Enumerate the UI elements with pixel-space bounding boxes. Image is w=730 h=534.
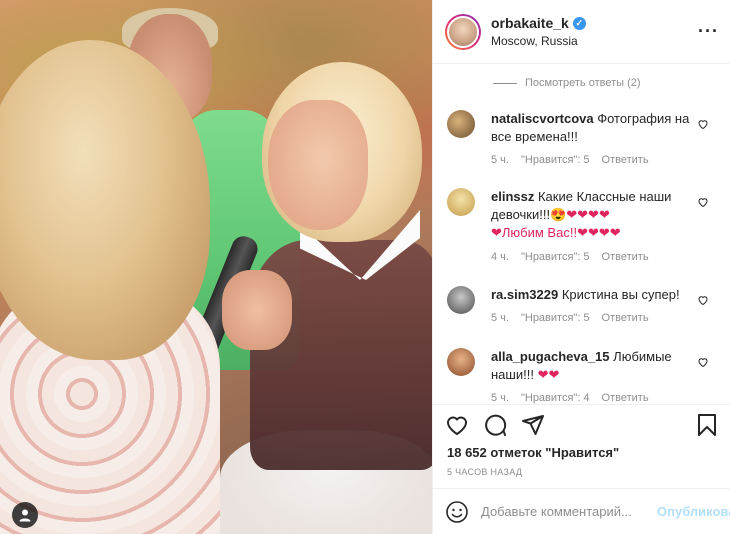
post-photo[interactable] — [0, 0, 432, 534]
comment-text-2: ❤Любим Вас!! — [491, 225, 578, 240]
comment-avatar[interactable] — [447, 110, 475, 138]
likes-count[interactable]: 18 652 отметок "Нравится" — [447, 445, 619, 460]
comment-likes[interactable]: "Нравится": 5 — [521, 154, 590, 166]
user-icon — [19, 509, 31, 522]
post-sidebar: orbakaite_k ✓ Moscow, Russia ··· Посмотр… — [432, 0, 730, 534]
comment-time[interactable]: 5 ч. — [491, 154, 509, 166]
heart-icon[interactable] — [697, 118, 709, 130]
comment-item: nataliscvortcova Фотография на все време… — [433, 110, 730, 172]
tagged-users-button[interactable] — [12, 502, 38, 528]
post-location[interactable]: Moscow, Russia — [491, 34, 698, 48]
comment-meta: 5 ч. "Нравится": 5 Ответить — [491, 312, 649, 324]
comment-time[interactable]: 4 ч. — [491, 251, 509, 263]
verified-badge-icon: ✓ — [572, 16, 586, 30]
reply-button[interactable]: Ответить — [602, 392, 649, 404]
like-button[interactable] — [445, 413, 469, 437]
comment-text-block: ra.sim3229 Кристина вы супер! — [491, 286, 691, 304]
comment-meta: 5 ч. "Нравится": 5 Ответить — [491, 154, 649, 166]
comment-meta: 4 ч. "Нравится": 5 Ответить — [491, 251, 649, 263]
comment-time[interactable]: 5 ч. — [491, 312, 509, 324]
comment-text-block: alla_pugacheva_15 Любимые наши!!! ❤❤ — [491, 348, 691, 384]
comment-button[interactable] — [483, 413, 507, 437]
add-comment-bar: Опубликовать — [433, 488, 730, 534]
comment-meta: 5 ч. "Нравится": 4 Ответить — [491, 392, 649, 404]
bookmark-icon — [698, 414, 716, 436]
author-avatar[interactable] — [445, 13, 481, 50]
reply-button[interactable]: Ответить — [602, 154, 649, 166]
comment-time[interactable]: 5 ч. — [491, 392, 509, 404]
comment-item: ra.sim3229 Кристина вы супер! 5 ч. "Нрав… — [433, 286, 730, 328]
comment-avatar[interactable] — [447, 286, 475, 314]
replies-divider — [493, 82, 517, 84]
post-comment-button[interactable]: Опубликовать — [657, 504, 730, 519]
smiley-icon — [446, 500, 468, 523]
instagram-post: orbakaite_k ✓ Moscow, Russia ··· Посмотр… — [0, 0, 730, 534]
comment-emoji: 😍❤❤❤❤ — [550, 207, 610, 222]
comment-username[interactable]: elinssz — [491, 189, 534, 204]
comment-emoji-2: ❤❤❤❤ — [577, 225, 621, 240]
ellipsis-icon[interactable]: ··· — [698, 21, 719, 42]
emoji-button[interactable] — [445, 500, 469, 524]
author-info: orbakaite_k ✓ Moscow, Russia — [491, 15, 698, 48]
comment-item: elinssz Какие Классные наши девочки!!!😍❤… — [433, 188, 730, 268]
heart-icon[interactable] — [697, 294, 709, 306]
comment-username[interactable]: ra.sim3229 — [491, 287, 558, 302]
post-actions: 18 652 отметок "Нравится" 5 часов назад — [433, 404, 730, 488]
heart-icon[interactable] — [697, 356, 709, 368]
view-replies-button[interactable]: Посмотреть ответы (2) — [493, 77, 641, 89]
photo-right-woman-face — [268, 100, 368, 230]
view-replies-label: Посмотреть ответы (2) — [525, 77, 641, 89]
heart-icon — [446, 416, 468, 435]
comment-username[interactable]: nataliscvortcova — [491, 111, 594, 126]
comment-icon — [485, 414, 507, 436]
post-time[interactable]: 5 часов назад — [447, 467, 522, 477]
comments-list: Посмотреть ответы (2) nataliscvortcova Ф… — [433, 64, 730, 404]
comment-likes[interactable]: "Нравится": 4 — [521, 392, 590, 404]
comment-avatar[interactable] — [447, 188, 475, 216]
save-button[interactable] — [695, 413, 719, 437]
comment-item: alla_pugacheva_15 Любимые наши!!! ❤❤ 5 ч… — [433, 348, 730, 404]
reply-button[interactable]: Ответить — [602, 312, 649, 324]
comment-likes[interactable]: "Нравится": 5 — [521, 251, 590, 263]
heart-icon[interactable] — [697, 196, 709, 208]
comment-text-block: nataliscvortcova Фотография на все време… — [491, 110, 691, 146]
comment-avatar[interactable] — [447, 348, 475, 376]
paper-plane-icon — [522, 415, 544, 435]
photo-hand — [222, 270, 292, 350]
post-header: orbakaite_k ✓ Moscow, Russia ··· — [433, 0, 730, 64]
share-button[interactable] — [521, 413, 545, 437]
author-username[interactable]: orbakaite_k — [491, 15, 569, 31]
comment-emoji: ❤❤ — [537, 367, 560, 382]
comment-text: Кристина вы супер! — [561, 287, 680, 302]
comment-input[interactable] — [481, 504, 657, 519]
reply-button[interactable]: Ответить — [602, 251, 649, 263]
comment-likes[interactable]: "Нравится": 5 — [521, 312, 590, 324]
comment-text-block: elinssz Какие Классные наши девочки!!!😍❤… — [491, 188, 697, 242]
action-icons — [445, 413, 719, 437]
comment-username[interactable]: alla_pugacheva_15 — [491, 349, 610, 364]
